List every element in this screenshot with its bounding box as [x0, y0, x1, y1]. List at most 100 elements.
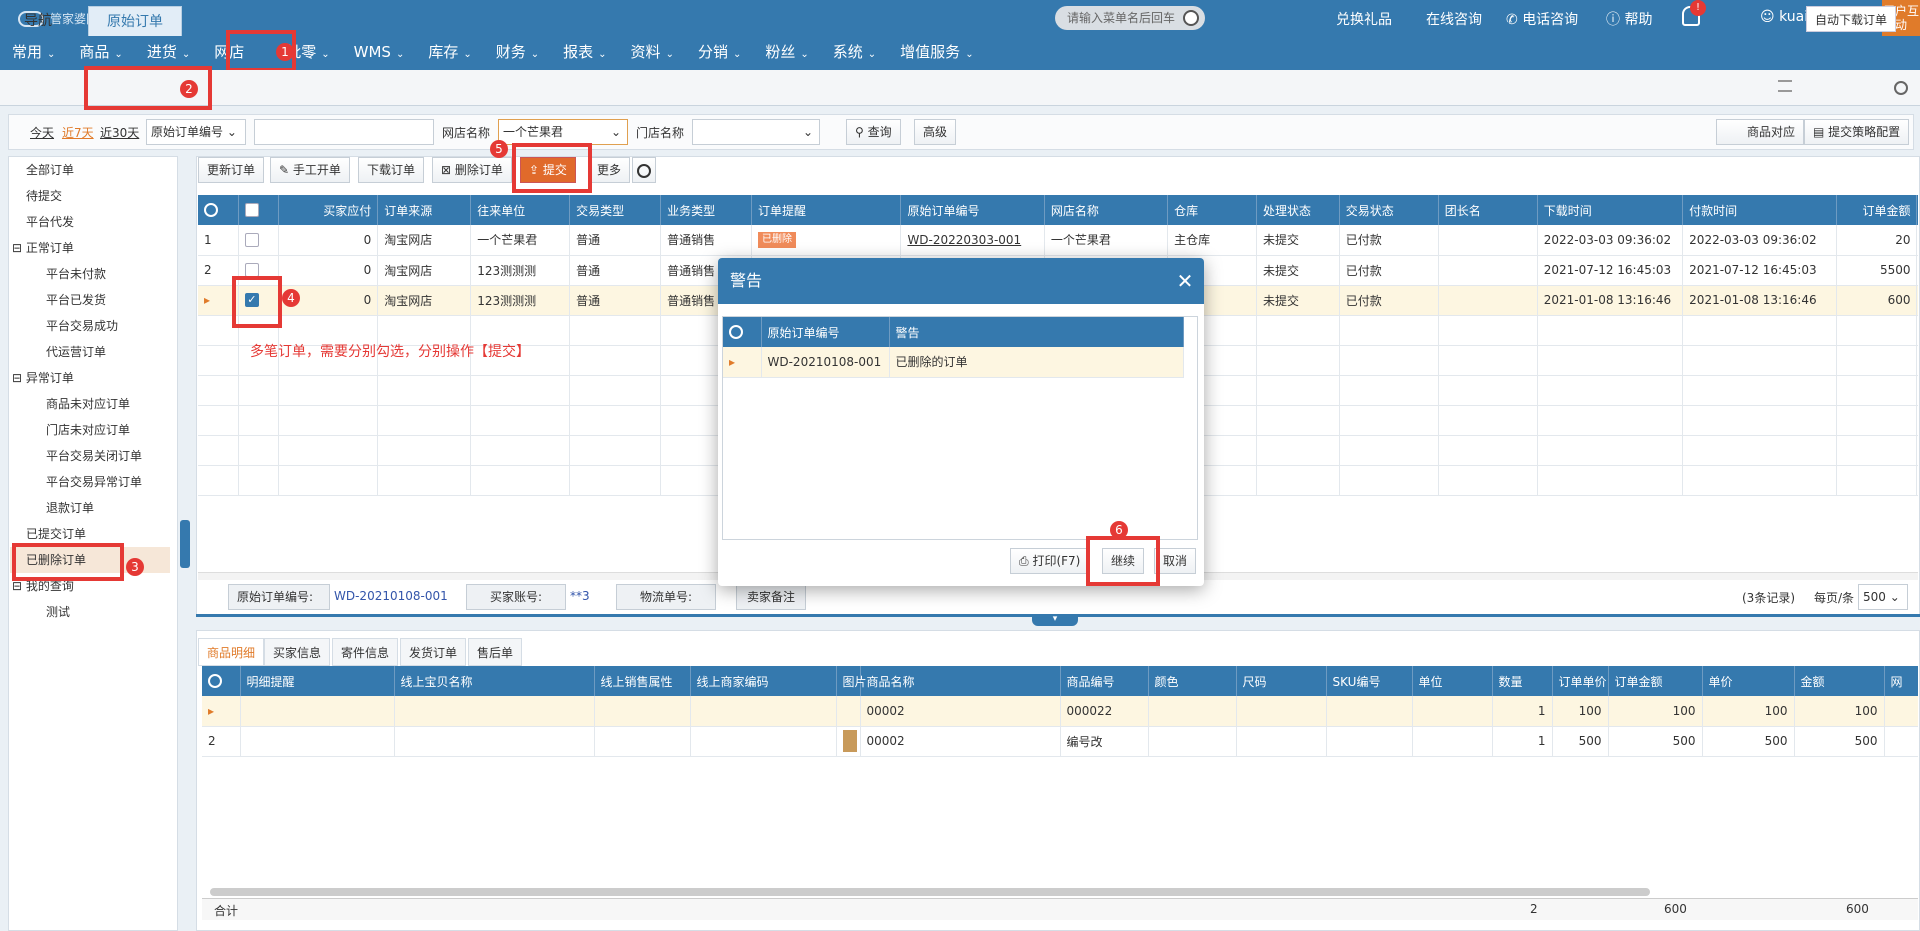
menu-value-added[interactable]: 增值服务 ⌄ [888, 40, 985, 70]
query-button[interactable]: ⚲ 查询 [846, 119, 901, 145]
sidebar-item-closed[interactable]: 平台交易关闭订单 [46, 443, 214, 469]
column-header[interactable]: 警告 [889, 317, 1184, 347]
sidebar-item-store-unmapped[interactable]: 门店未对应订单 [46, 417, 214, 443]
column-header[interactable]: 线上宝贝名称 [394, 666, 595, 696]
column-header[interactable]: 商品名称 [860, 666, 1061, 696]
sidebar-item-all[interactable]: 全部订单 [26, 157, 194, 183]
column-header[interactable]: 买家应付 [278, 195, 379, 225]
column-header[interactable]: 单位 [1412, 666, 1493, 696]
column-header[interactable]: 支付 [1916, 195, 1918, 225]
select-all-header[interactable] [238, 195, 280, 225]
goods-map-button[interactable]: 商品对应 [1716, 119, 1805, 145]
sidebar-item-goods-unmapped[interactable]: 商品未对应订单 [46, 391, 214, 417]
table-row[interactable]: 1 0 淘宝网店 一个芒果君 普通 普通销售 已删除 WD-20220303-0… [198, 225, 1918, 256]
sidebar-item-pending[interactable]: 待提交 [26, 183, 194, 209]
sidebar-group-normal[interactable]: ⊟ 正常订单 [12, 235, 180, 261]
column-header[interactable]: 数量 [1492, 666, 1553, 696]
row-checkbox[interactable] [244, 233, 259, 247]
column-header[interactable]: 交易状态 [1339, 195, 1439, 225]
detail-tab-shipment[interactable]: 发货订单 [400, 638, 467, 666]
strategy-config-button[interactable]: ▤ 提交策略配置 [1804, 119, 1910, 145]
filter-last30[interactable]: 近30天 [100, 124, 139, 141]
sidebar-item-abnormal-trade[interactable]: 平台交易异常订单 [46, 469, 214, 495]
column-header[interactable]: 网店名称 [1044, 195, 1169, 225]
list-icon[interactable] [1778, 80, 1792, 92]
update-order-button[interactable]: 更新订单 [198, 157, 265, 183]
menu-reports[interactable]: 报表 ⌄ [551, 40, 618, 70]
menu-search-input[interactable]: 请输入菜单名后回车 [1055, 6, 1205, 30]
sidebar-item-test[interactable]: 测试 [46, 599, 214, 625]
per-page-select[interactable]: 500 ⌄ [1858, 584, 1908, 610]
column-header[interactable]: 付款时间 [1682, 195, 1837, 225]
tab-navigation[interactable]: 导航 [6, 6, 70, 36]
sidebar-group-abnormal[interactable]: ⊟ 异常订单 [12, 365, 180, 391]
product-thumbnail[interactable] [842, 730, 857, 752]
column-header[interactable]: 单价 [1702, 666, 1795, 696]
column-header[interactable]: 处理状态 [1256, 195, 1340, 225]
detail-tab-sender[interactable]: 寄件信息 [332, 638, 399, 666]
gift-link[interactable]: 兑换礼品 [1336, 9, 1392, 29]
select-all-checkbox[interactable] [244, 203, 259, 218]
column-header[interactable]: 原始订单编号 [900, 195, 1045, 225]
order-number-link[interactable]: WD-20220303-001 [900, 225, 1045, 256]
online-consult-link[interactable]: 在线咨询 [1426, 9, 1482, 29]
column-header[interactable]: 线上销售属性 [594, 666, 691, 696]
detail-tab-buyer[interactable]: 买家信息 [264, 638, 331, 666]
menu-distribution[interactable]: 分销 ⌄ [686, 40, 753, 70]
filter-today[interactable]: 今天 [30, 124, 54, 141]
filter-last7[interactable]: 近7天 [62, 124, 94, 141]
column-header[interactable]: 下载时间 [1537, 195, 1684, 225]
menu-fans[interactable]: 粉丝 ⌄ [753, 40, 820, 70]
column-header[interactable]: 线上商家编码 [690, 666, 837, 696]
manual-order-button[interactable]: ✎ 手工开单 [270, 157, 350, 183]
detail-horizontal-scrollbar[interactable] [210, 888, 1650, 896]
help-link[interactable]: ⓘ 帮助 [1606, 9, 1652, 29]
menu-finance[interactable]: 财务 ⌄ [484, 40, 551, 70]
column-header[interactable]: 图片 [836, 666, 867, 696]
download-order-button[interactable]: 下载订单 [358, 157, 425, 183]
sidebar-item-platform-ship[interactable]: 平台代发 [26, 209, 194, 235]
settings-gear-icon[interactable] [1894, 80, 1908, 95]
store-select[interactable]: ⌄ [692, 119, 820, 145]
column-header[interactable]: 订单金额 [1836, 195, 1918, 225]
detail-tab-goods[interactable]: 商品明细 [198, 638, 265, 666]
column-header[interactable]: 交易类型 [569, 195, 662, 225]
table-row[interactable]: 2 00002 编号改 1 500 500 500 500 [202, 726, 1918, 757]
sidebar-item-success[interactable]: 平台交易成功 [46, 313, 214, 339]
column-settings-header[interactable] [723, 317, 762, 347]
toolbar-settings-button[interactable] [632, 157, 656, 183]
column-header[interactable]: 往来单位 [470, 195, 571, 225]
phone-consult-link[interactable]: ✆ 电话咨询 [1506, 9, 1578, 29]
splitter-toggle-icon[interactable]: ▾ [1032, 614, 1078, 626]
column-header[interactable]: 仓库 [1167, 195, 1257, 225]
column-header[interactable]: 颜色 [1148, 666, 1237, 696]
column-header[interactable]: 业务类型 [660, 195, 752, 225]
column-header[interactable]: 明细提醒 [240, 666, 395, 696]
column-header[interactable]: 尺码 [1236, 666, 1327, 696]
menu-system[interactable]: 系统 ⌄ [821, 40, 888, 70]
search-icon[interactable] [1183, 10, 1199, 26]
column-header[interactable]: 团长名 [1438, 195, 1538, 225]
close-icon[interactable]: ✕ [1170, 258, 1200, 304]
column-header[interactable]: 原始订单编号 [761, 317, 890, 347]
column-header[interactable]: 订单金额 [1608, 666, 1703, 696]
column-header[interactable]: 网 [1884, 666, 1918, 696]
menu-wms[interactable]: WMS ⌄ [342, 40, 417, 70]
column-header[interactable]: 订单提醒 [751, 195, 902, 225]
sidebar-item-managed[interactable]: 代运营订单 [46, 339, 214, 365]
cancel-button[interactable]: 取消 [1154, 548, 1197, 574]
delete-order-button[interactable]: ⊠ 删除订单 [432, 157, 512, 183]
column-header[interactable]: SKU编号 [1326, 666, 1413, 696]
sidebar-item-refund[interactable]: 退款订单 [46, 495, 214, 521]
auto-download-button[interactable]: 自动下载订单 [1806, 6, 1897, 32]
menu-common[interactable]: 常用 ⌄ [0, 40, 67, 70]
column-header[interactable]: 订单单价 [1552, 666, 1609, 696]
print-button[interactable]: ⎙ 打印(F7) [1010, 548, 1090, 574]
sidebar-item-unpaid[interactable]: 平台未付款 [46, 261, 214, 287]
table-row[interactable]: ▸ WD-20210108-001 已删除的订单 [723, 347, 1184, 378]
keyword-input[interactable] [254, 119, 434, 145]
column-header[interactable]: 金额 [1794, 666, 1885, 696]
menu-data[interactable]: 资料 ⌄ [619, 40, 686, 70]
shop-select[interactable]: 一个芒果君 ⌄ [498, 119, 628, 145]
advanced-button[interactable]: 高级 [914, 119, 957, 145]
